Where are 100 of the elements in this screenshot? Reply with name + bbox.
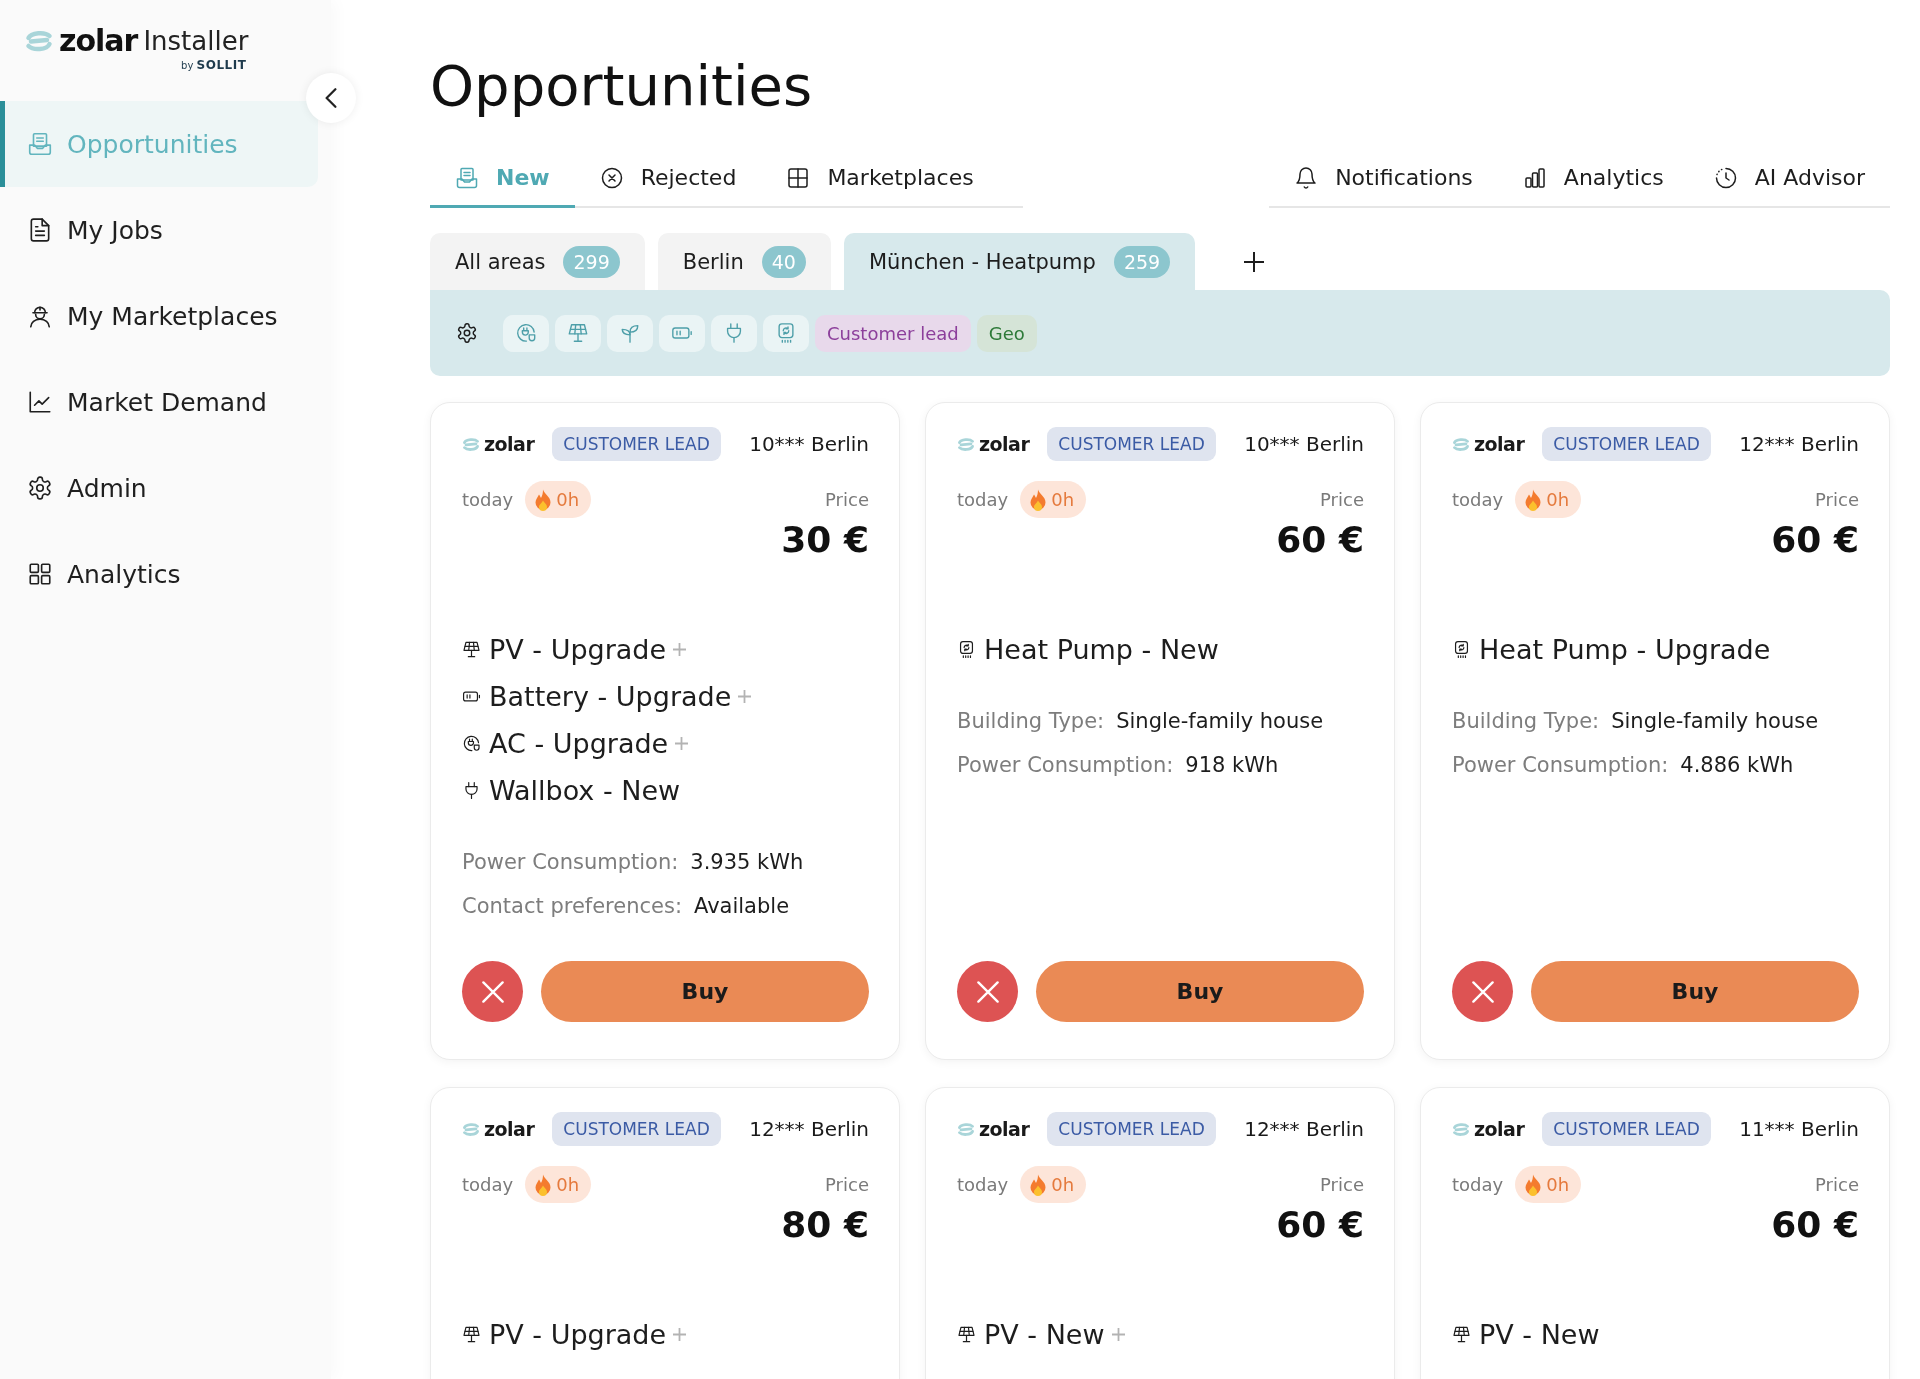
grid-icon [27, 561, 53, 587]
location-text: 10*** Berlin [1244, 432, 1364, 456]
heat-pump-icon [1452, 640, 1471, 659]
filter-chip[interactable] [711, 314, 757, 352]
filter-tag[interactable]: Customer lead [815, 314, 971, 352]
buy-button[interactable]: Buy [1036, 961, 1364, 1022]
source-name: zolar [979, 433, 1030, 455]
area-tab[interactable]: Berlin 40 [657, 233, 831, 290]
tab[interactable]: AI Advisor [1688, 150, 1890, 208]
tab[interactable]: Marketplaces [761, 150, 999, 208]
plug-icon [462, 781, 481, 800]
logo-mark-icon [25, 29, 53, 53]
source-name: zolar [484, 1118, 535, 1140]
source-name: zolar [1474, 433, 1525, 455]
square-grid-icon [786, 165, 811, 190]
area-tab[interactable]: München - Heatpump 259 [843, 233, 1196, 290]
logo-mark-icon [462, 1121, 480, 1137]
bell-icon [1294, 165, 1319, 190]
location-text: 12*** Berlin [749, 1117, 869, 1141]
filter-tag[interactable]: Geo [976, 314, 1037, 352]
nav-item[interactable]: Admin [0, 445, 318, 531]
circle-shield-icon [515, 322, 537, 344]
heat-pump-icon [775, 322, 797, 344]
product-name: Heat Pump - New [984, 634, 1219, 665]
price-value: 60 € [1276, 518, 1364, 562]
logo-mark-icon [462, 436, 480, 452]
close-icon [976, 980, 999, 1003]
price-label: Price [1815, 489, 1859, 510]
product-name: PV - New [984, 1319, 1105, 1350]
detail-value: Available [694, 894, 790, 918]
lead-type-badge: CUSTOMER LEAD [552, 427, 721, 461]
nav-item[interactable]: My Jobs [0, 187, 318, 273]
solar-panel-icon [462, 640, 481, 659]
price-value: 60 € [1771, 1203, 1859, 1247]
solar-panel-icon [567, 322, 589, 344]
age-text: 0h [1051, 489, 1075, 510]
detail-value: 4.886 kWh [1680, 753, 1794, 777]
tab[interactable]: Analytics [1497, 150, 1689, 208]
detail-value: Single-family house [1116, 709, 1324, 733]
flame-icon [1525, 488, 1542, 511]
logo-mark-icon [957, 1121, 975, 1137]
filter-chip[interactable] [659, 314, 705, 352]
dashed-clock-icon [1713, 165, 1738, 190]
age-text: 0h [556, 1174, 580, 1195]
product-name: PV - New [1479, 1319, 1600, 1350]
lead-type-badge: CUSTOMER LEAD [1047, 427, 1216, 461]
product-name: PV - Upgrade [489, 634, 667, 665]
count-badge: 259 [1113, 245, 1171, 278]
price-label: Price [825, 489, 869, 510]
price-value: 80 € [781, 1203, 869, 1247]
document-tray-icon [27, 131, 53, 157]
product-name: Heat Pump - Upgrade [1479, 634, 1771, 665]
lead-type-badge: CUSTOMER LEAD [552, 1112, 721, 1146]
detail-label: Contact preferences: [462, 894, 682, 918]
settings-icon[interactable] [456, 322, 478, 344]
nav-item[interactable]: My Marketplaces [0, 273, 318, 359]
filter-chip[interactable] [763, 314, 809, 352]
date-text: today [462, 1174, 514, 1195]
age-text: 0h [1051, 1174, 1075, 1195]
line-chart-icon [27, 389, 53, 415]
logo-subtitle: Installer [143, 25, 249, 58]
byline: by SOLLIT [181, 58, 247, 73]
product-name: PV - Upgrade [489, 1319, 667, 1350]
solar-panel-icon [462, 1325, 481, 1344]
circle-shield-icon [462, 734, 481, 753]
area-tab[interactable]: All areas 299 [430, 233, 645, 290]
age-text: 0h [1546, 489, 1570, 510]
filter-chip[interactable] [503, 314, 549, 352]
sprout-icon [619, 322, 641, 344]
detail-value: 3.935 kWh [690, 850, 804, 874]
page-title: Opportunities [430, 52, 814, 120]
nav-item[interactable]: Analytics [0, 531, 318, 617]
filter-chip[interactable] [555, 314, 601, 352]
lead-type-badge: CUSTOMER LEAD [1047, 1112, 1216, 1146]
tab[interactable]: Rejected [574, 150, 762, 208]
flame-icon [535, 488, 552, 511]
age-text: 0h [556, 489, 580, 510]
tab[interactable]: Notifications [1269, 150, 1498, 208]
reject-button[interactable] [957, 961, 1018, 1022]
detail-label: Building Type: [1452, 709, 1600, 733]
date-text: today [957, 1174, 1009, 1195]
detail-label: Power Consumption: [462, 850, 679, 874]
nav-item[interactable]: Market Demand [0, 359, 318, 445]
location-text: 12*** Berlin [1244, 1117, 1364, 1141]
filter-chip[interactable] [607, 314, 653, 352]
location-text: 11*** Berlin [1739, 1117, 1859, 1141]
price-label: Price [1815, 1174, 1859, 1195]
lead-type-badge: CUSTOMER LEAD [1542, 1112, 1711, 1146]
buy-button[interactable]: Buy [1531, 961, 1859, 1022]
reject-button[interactable] [1452, 961, 1513, 1022]
location-text: 10*** Berlin [749, 432, 869, 456]
plus-icon[interactable] [1244, 251, 1265, 272]
reject-button[interactable] [462, 961, 523, 1022]
logo-mark-icon [957, 436, 975, 452]
count-badge: 40 [761, 245, 806, 278]
count-badge: 299 [563, 245, 620, 278]
close-icon [481, 980, 504, 1003]
buy-button[interactable]: Buy [541, 961, 869, 1022]
product-name: Wallbox - New [489, 775, 681, 806]
price-label: Price [825, 1174, 869, 1195]
